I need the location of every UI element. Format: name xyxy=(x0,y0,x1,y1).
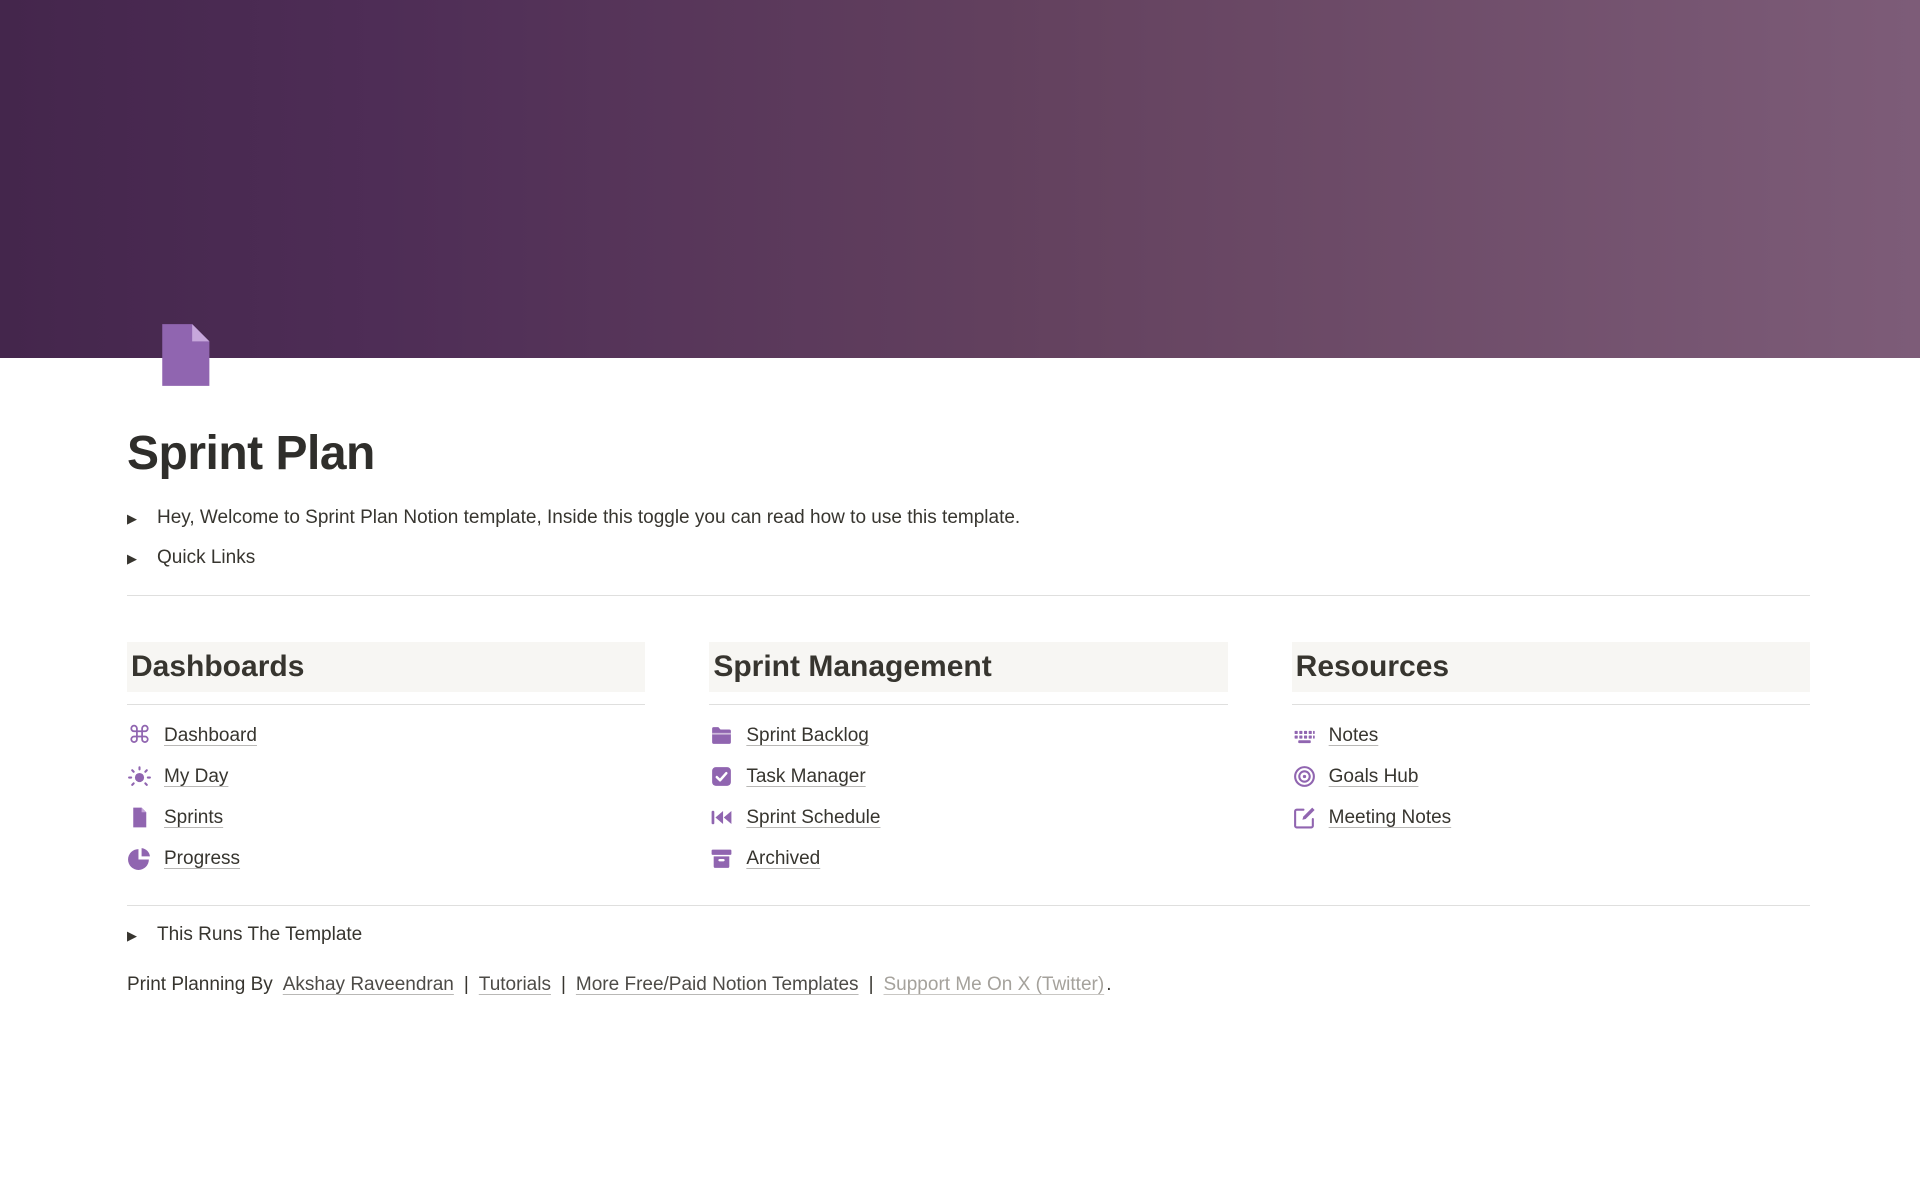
toggle-quick-links-label: Quick Links xyxy=(157,547,255,569)
toggle-triangle-icon[interactable]: ▶ xyxy=(127,512,157,525)
cover-image xyxy=(0,0,1920,358)
link-label: Dashboard xyxy=(164,725,257,747)
footer-suffix: . xyxy=(1106,974,1111,996)
footer-link-templates[interactable]: More Free/Paid Notion Templates xyxy=(576,974,859,996)
toggle-triangle-icon[interactable]: ▶ xyxy=(127,929,157,942)
link-goals-hub[interactable]: Goals Hub xyxy=(1292,756,1810,797)
link-label: Meeting Notes xyxy=(1329,807,1452,829)
link-meeting-notes[interactable]: Meeting Notes xyxy=(1292,797,1810,838)
link-label: Sprint Backlog xyxy=(746,725,869,747)
archive-icon xyxy=(709,846,734,871)
divider xyxy=(127,905,1810,906)
edit-icon xyxy=(1292,805,1317,830)
link-label: Goals Hub xyxy=(1329,766,1419,788)
divider xyxy=(1292,704,1810,705)
rewind-icon xyxy=(709,805,734,830)
link-sprint-schedule[interactable]: Sprint Schedule xyxy=(709,797,1227,838)
link-label: Archived xyxy=(746,848,820,870)
page-title: Sprint Plan xyxy=(127,426,1810,481)
toggle-quick-links[interactable]: ▶ Quick Links xyxy=(127,547,1810,569)
toggle-welcome-label: Hey, Welcome to Sprint Plan Notion templ… xyxy=(157,507,1020,529)
sun-icon xyxy=(127,764,152,789)
footer-link-tutorials[interactable]: Tutorials xyxy=(479,974,551,996)
document-icon xyxy=(127,805,152,830)
link-label: Progress xyxy=(164,848,240,870)
pie-chart-icon xyxy=(127,846,152,871)
column-dashboards: Dashboards ⌘ Dashboard My Day xyxy=(127,642,645,879)
link-task-manager[interactable]: Task Manager xyxy=(709,756,1227,797)
toggle-triangle-icon[interactable]: ▶ xyxy=(127,552,157,565)
column-sprint-management: Sprint Management Sprint Backlog xyxy=(709,642,1227,879)
column-heading: Sprint Management xyxy=(709,642,1227,692)
footer-link-twitter[interactable]: Support Me On X (Twitter) xyxy=(884,974,1105,996)
folder-icon xyxy=(709,723,734,748)
command-icon: ⌘ xyxy=(127,723,152,748)
toggle-welcome[interactable]: ▶ Hey, Welcome to Sprint Plan Notion tem… xyxy=(127,507,1810,529)
page-icon[interactable] xyxy=(146,316,224,394)
footer-separator: | xyxy=(561,974,566,996)
page-body: Sprint Plan ▶ Hey, Welcome to Sprint Pla… xyxy=(0,426,1920,996)
footer-separator: | xyxy=(869,974,874,996)
link-progress[interactable]: Progress xyxy=(127,838,645,879)
link-label: Notes xyxy=(1329,725,1379,747)
column-heading: Resources xyxy=(1292,642,1810,692)
toggle-runs-template[interactable]: ▶ This Runs The Template xyxy=(127,924,1810,946)
link-label: Task Manager xyxy=(746,766,865,788)
divider xyxy=(127,704,645,705)
link-dashboard[interactable]: ⌘ Dashboard xyxy=(127,715,645,756)
divider xyxy=(127,595,1810,596)
divider xyxy=(709,704,1227,705)
footer-separator: | xyxy=(464,974,469,996)
columns-section: Dashboards ⌘ Dashboard My Day xyxy=(127,642,1810,879)
link-sprints[interactable]: Sprints xyxy=(127,797,645,838)
link-notes[interactable]: Notes xyxy=(1292,715,1810,756)
footer-prefix: Print Planning By xyxy=(127,974,273,996)
checkbox-icon xyxy=(709,764,734,789)
target-icon xyxy=(1292,764,1317,789)
footer-link-author[interactable]: Akshay Raveendran xyxy=(283,974,454,996)
link-label: Sprints xyxy=(164,807,223,829)
purple-document-icon xyxy=(146,316,224,394)
column-resources: Resources Notes xyxy=(1292,642,1810,879)
column-heading: Dashboards xyxy=(127,642,645,692)
link-archived[interactable]: Archived xyxy=(709,838,1227,879)
link-label: Sprint Schedule xyxy=(746,807,880,829)
keyboard-icon xyxy=(1292,723,1317,748)
footer: Print Planning By Akshay Raveendran | Tu… xyxy=(127,974,1810,996)
toggle-runs-template-label: This Runs The Template xyxy=(157,924,362,946)
link-my-day[interactable]: My Day xyxy=(127,756,645,797)
link-label: My Day xyxy=(164,766,228,788)
link-sprint-backlog[interactable]: Sprint Backlog xyxy=(709,715,1227,756)
